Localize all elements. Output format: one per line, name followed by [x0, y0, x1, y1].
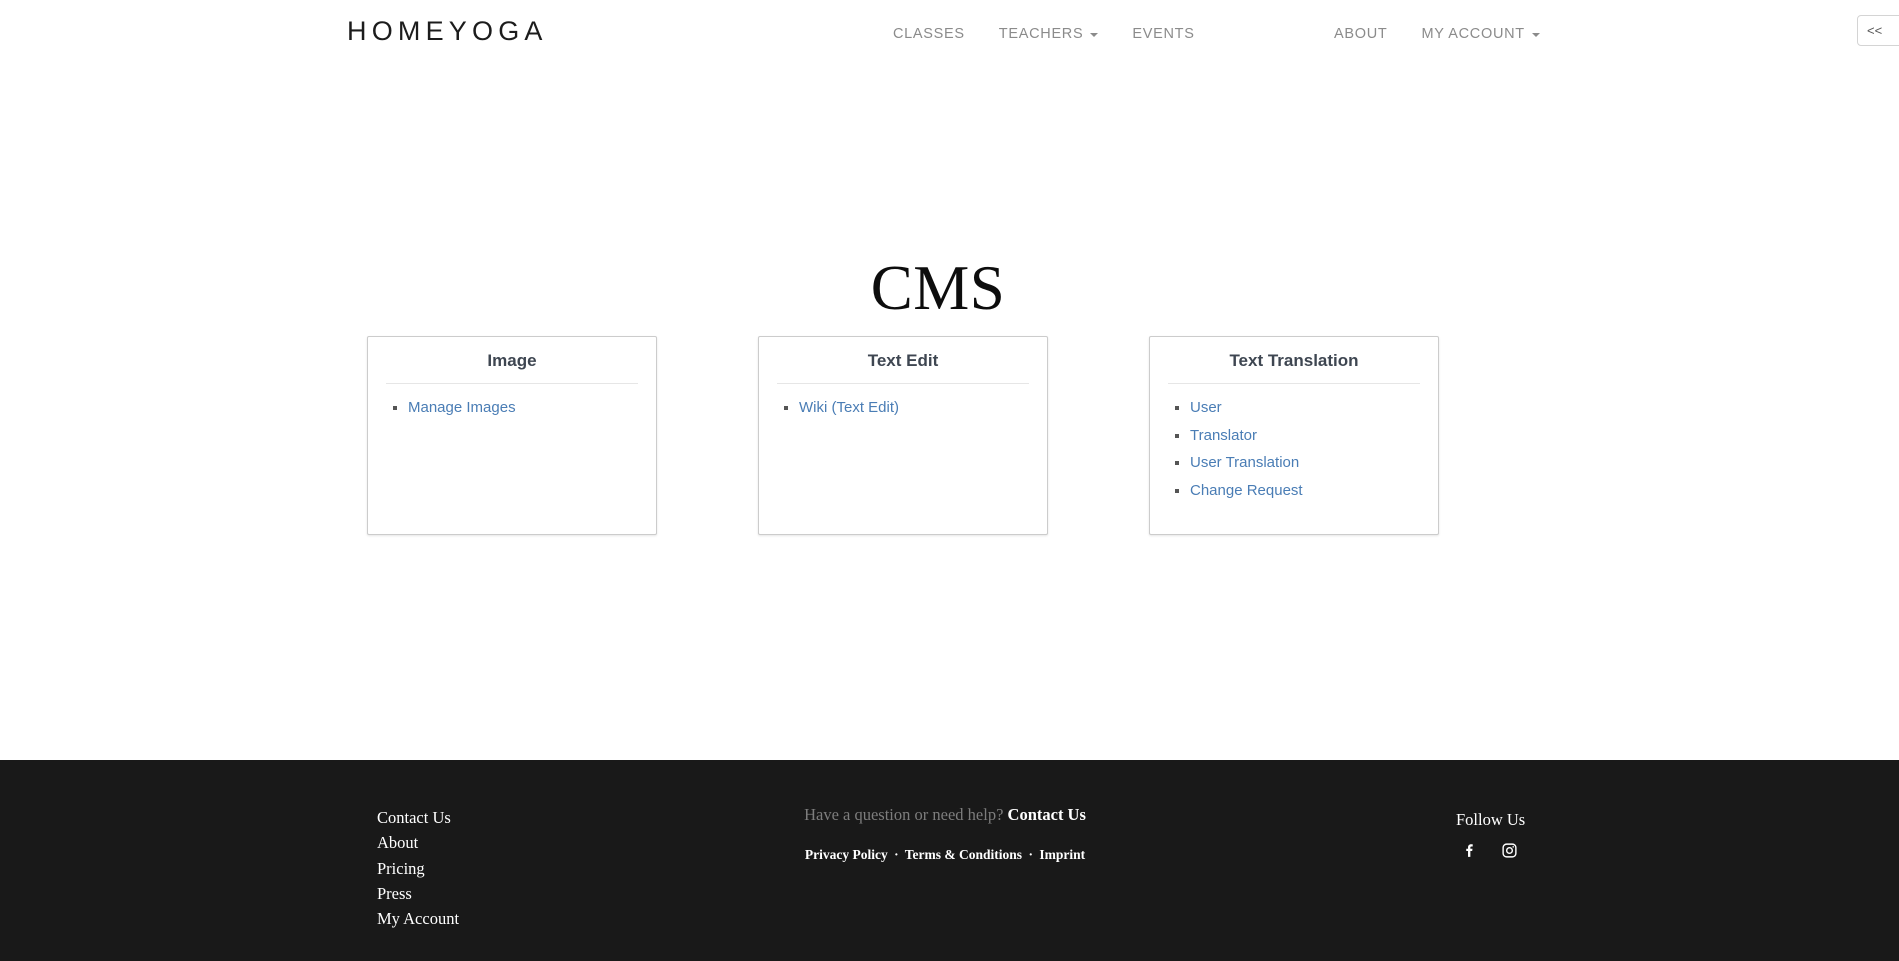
nav-item-events[interactable]: EVENTS — [1132, 26, 1194, 42]
cms-card-text-edit: Text Edit Wiki (Text Edit) — [758, 336, 1048, 535]
footer-link-column: Contact Us About Pricing Press My Accoun… — [377, 805, 459, 931]
chevron-down-icon — [1090, 33, 1099, 37]
secondary-navigation: ABOUT MY ACCOUNT — [1334, 26, 1540, 42]
footer-help-line: Have a question or need help? Contact Us — [800, 805, 1090, 825]
footer-link-my-account[interactable]: My Account — [377, 906, 459, 931]
card-title: Image — [386, 351, 638, 384]
list-item: Manage Images — [408, 396, 638, 419]
list-item: User — [1190, 396, 1420, 419]
list-item: Change Request — [1190, 479, 1420, 502]
social-icon-row — [1456, 842, 1525, 859]
nav-item-label: CLASSES — [893, 26, 965, 42]
list-item: Wiki (Text Edit) — [799, 396, 1029, 419]
page-title: CMS — [870, 253, 1006, 324]
footer-link-about[interactable]: About — [377, 830, 459, 855]
nav-item-label: MY ACCOUNT — [1421, 26, 1525, 42]
site-logo[interactable]: HOMEYOGA — [347, 16, 548, 47]
link-user[interactable]: User — [1190, 399, 1222, 416]
cms-card-grid: Image Manage Images Text Edit Wiki (Text… — [367, 336, 1471, 535]
footer-link-pricing[interactable]: Pricing — [377, 856, 459, 881]
collapse-panel-button[interactable]: << — [1857, 15, 1899, 46]
legal-separator: · — [894, 847, 899, 862]
footer-help-section: Have a question or need help? Contact Us… — [800, 805, 1090, 863]
nav-item-label: ABOUT — [1334, 26, 1388, 42]
double-chevron-left-icon: << — [1867, 23, 1883, 38]
footer-help-text: Have a question or need help? — [804, 805, 1004, 824]
footer-social-section: Follow Us — [1456, 810, 1525, 859]
cms-card-text-translation: Text Translation User Translator User Tr… — [1149, 336, 1439, 535]
footer-legal-line: Privacy Policy · Terms & Conditions · Im… — [800, 847, 1090, 863]
primary-navigation: CLASSES TEACHERS EVENTS — [893, 26, 1195, 42]
footer-link-imprint[interactable]: Imprint — [1039, 847, 1085, 862]
legal-separator: · — [1028, 847, 1033, 862]
card-title: Text Edit — [777, 351, 1029, 384]
nav-item-label: TEACHERS — [998, 26, 1084, 42]
link-user-translation[interactable]: User Translation — [1190, 454, 1299, 471]
nav-item-label: EVENTS — [1132, 26, 1195, 42]
list-item: User Translation — [1190, 451, 1420, 474]
card-link-list: Manage Images — [386, 396, 638, 419]
main-content: CMS Image Manage Images Text Edit Wiki (… — [0, 72, 1899, 760]
footer-link-contact-us[interactable]: Contact Us — [377, 805, 459, 830]
footer-link-terms-conditions[interactable]: Terms & Conditions — [905, 847, 1022, 862]
site-footer: Contact Us About Pricing Press My Accoun… — [0, 760, 1899, 961]
footer-contact-us-link[interactable]: Contact Us — [1008, 805, 1086, 824]
chevron-down-icon — [1531, 33, 1540, 37]
card-link-list: User Translator User Translation Change … — [1168, 396, 1420, 502]
link-translator[interactable]: Translator — [1190, 427, 1257, 444]
cms-card-image: Image Manage Images — [367, 336, 657, 535]
facebook-icon[interactable] — [1462, 842, 1479, 859]
nav-item-teachers[interactable]: TEACHERS — [999, 26, 1099, 42]
nav-item-my-account[interactable]: MY ACCOUNT — [1421, 26, 1540, 42]
card-title: Text Translation — [1168, 351, 1420, 384]
nav-item-classes[interactable]: CLASSES — [893, 26, 965, 42]
instagram-icon[interactable] — [1501, 842, 1518, 859]
nav-item-about[interactable]: ABOUT — [1334, 26, 1387, 42]
site-header: HOMEYOGA CLASSES TEACHERS EVENTS ABOUT M… — [0, 0, 1899, 72]
footer-link-privacy-policy[interactable]: Privacy Policy — [805, 847, 888, 862]
link-change-request[interactable]: Change Request — [1190, 482, 1303, 499]
link-manage-images[interactable]: Manage Images — [408, 399, 516, 416]
follow-us-label: Follow Us — [1456, 810, 1526, 829]
card-link-list: Wiki (Text Edit) — [777, 396, 1029, 419]
list-item: Translator — [1190, 424, 1420, 447]
footer-link-press[interactable]: Press — [377, 881, 459, 906]
link-wiki-text-edit[interactable]: Wiki (Text Edit) — [799, 399, 899, 416]
